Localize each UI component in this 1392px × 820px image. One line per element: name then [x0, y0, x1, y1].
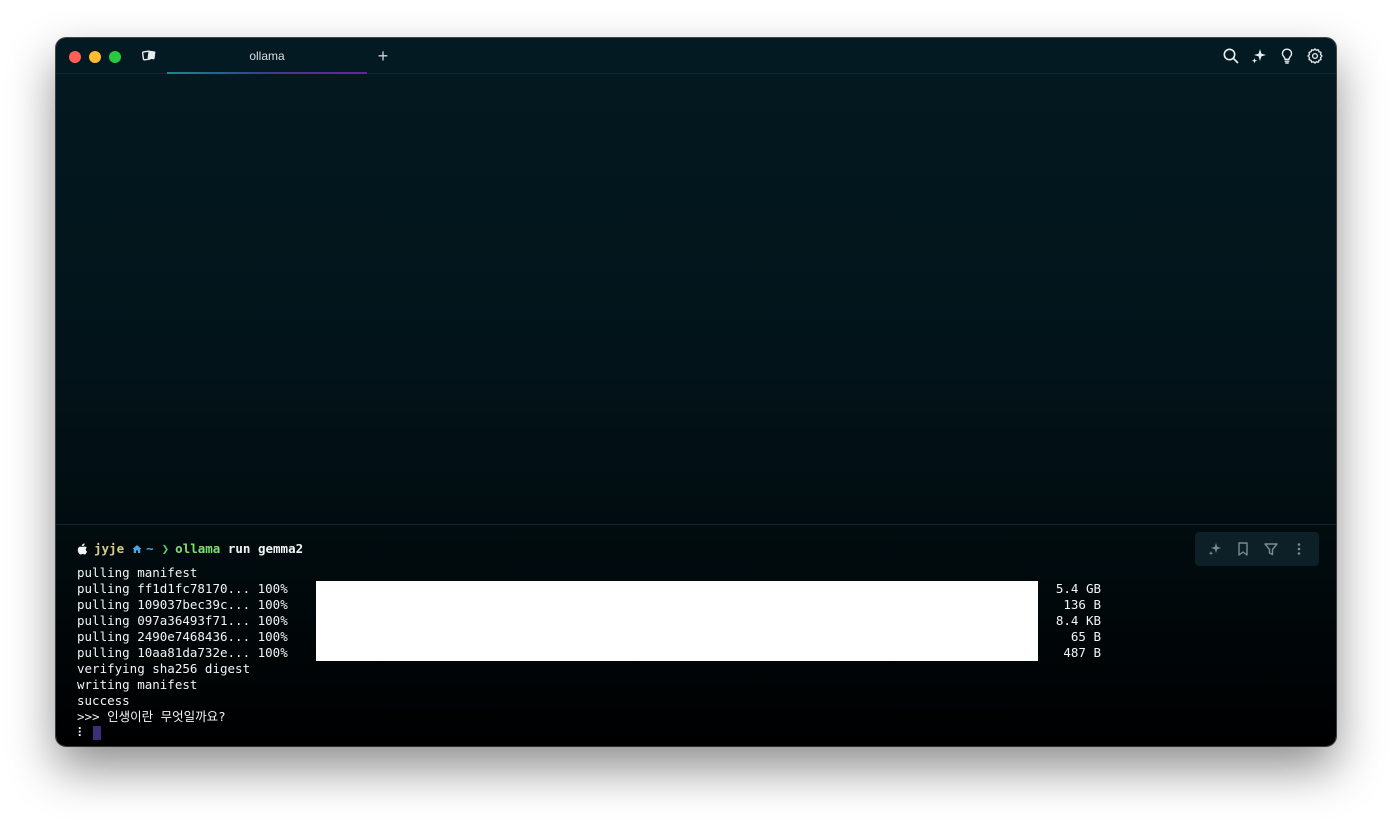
download-size: 487 B	[1063, 645, 1101, 660]
download-size: 5.4 GB	[1055, 581, 1101, 596]
filter-icon[interactable]	[1263, 541, 1279, 557]
pull-row: pulling 097a36493f71... 100% 8.4 KB	[77, 613, 1117, 629]
command-args: run gemma2	[227, 541, 304, 556]
output-line: success	[77, 693, 130, 708]
download-size: 136 B	[1063, 597, 1101, 612]
pull-text: pulling 2490e7468436... 100%	[77, 629, 288, 644]
block-action-toolbar	[1195, 532, 1319, 566]
spinner-glyph: ⠇	[77, 725, 87, 740]
output-line: writing manifest	[77, 677, 198, 692]
text-cursor	[93, 726, 101, 740]
title-bar: ollama +	[56, 38, 1336, 74]
bookmark-icon[interactable]	[1235, 541, 1251, 557]
repl-prompt-line: >>> 인생이란 무엇일까요?	[77, 709, 226, 724]
active-tab-indicator	[167, 72, 367, 74]
prompt-line: jyje ~ ❯ ollama run gemma2	[77, 541, 1117, 557]
pull-text: pulling 10aa81da732e... 100%	[77, 645, 288, 660]
ai-sparkle-icon[interactable]	[1207, 541, 1223, 557]
minimize-window-button[interactable]	[89, 51, 101, 63]
pull-row: pulling ff1d1fc78170... 100% 5.4 GB	[77, 581, 1117, 597]
pull-text: pulling ff1d1fc78170... 100%	[77, 581, 288, 596]
tab-title: ollama	[249, 49, 285, 63]
pull-row: pulling 109037bec39c... 100% 136 B	[77, 597, 1117, 613]
tab-ollama[interactable]: ollama	[167, 38, 367, 74]
command-name: ollama	[175, 541, 221, 556]
download-size: 8.4 KB	[1055, 613, 1101, 628]
settings-gear-icon[interactable]	[1306, 47, 1324, 65]
output-line: verifying sha256 digest	[77, 661, 251, 676]
output-line: pulling manifest	[77, 565, 198, 580]
progress-bar-fill	[316, 597, 1038, 613]
new-tab-button[interactable]: +	[374, 46, 392, 66]
progress-bar-fill	[316, 613, 1038, 629]
terminal-block[interactable]: jyje ~ ❯ ollama run gemma2 pulling manif…	[77, 541, 1117, 741]
pull-row: pulling 10aa81da732e... 100% 487 B	[77, 645, 1117, 661]
prompt-chevron: ❯	[161, 541, 170, 556]
ai-sparkle-icon[interactable]	[1250, 47, 1268, 65]
progress-bar	[316, 581, 1038, 597]
progress-bar-fill	[316, 645, 1038, 661]
apple-icon	[77, 543, 87, 555]
progress-bar	[316, 613, 1038, 629]
pull-text: pulling 097a36493f71... 100%	[77, 613, 288, 628]
progress-bar-fill	[316, 629, 1038, 645]
block-divider	[56, 524, 1336, 525]
more-vertical-icon[interactable]	[1291, 541, 1307, 557]
prompt-path: ~	[146, 541, 154, 556]
download-size: 65 B	[1070, 629, 1101, 644]
close-window-button[interactable]	[69, 51, 81, 63]
panes-icon[interactable]	[141, 49, 156, 63]
progress-bar	[316, 597, 1038, 613]
zoom-window-button[interactable]	[109, 51, 121, 63]
home-icon	[132, 545, 142, 553]
pull-row: pulling 2490e7468436... 100% 65 B	[77, 629, 1117, 645]
pull-text: pulling 109037bec39c... 100%	[77, 597, 288, 612]
pull-list: pulling ff1d1fc78170... 100% 5.4 GB pullin…	[77, 581, 1117, 661]
search-icon[interactable]	[1222, 47, 1240, 65]
progress-bar	[316, 645, 1038, 661]
input-line[interactable]: ⠇	[77, 725, 1117, 741]
lightbulb-icon[interactable]	[1278, 47, 1296, 65]
terminal-window: ollama + jyje ~ ❯ ollama run gemma2 pull…	[56, 38, 1336, 746]
prompt-user: jyje	[94, 541, 125, 556]
progress-bar-fill	[316, 581, 1038, 597]
progress-bar	[316, 629, 1038, 645]
